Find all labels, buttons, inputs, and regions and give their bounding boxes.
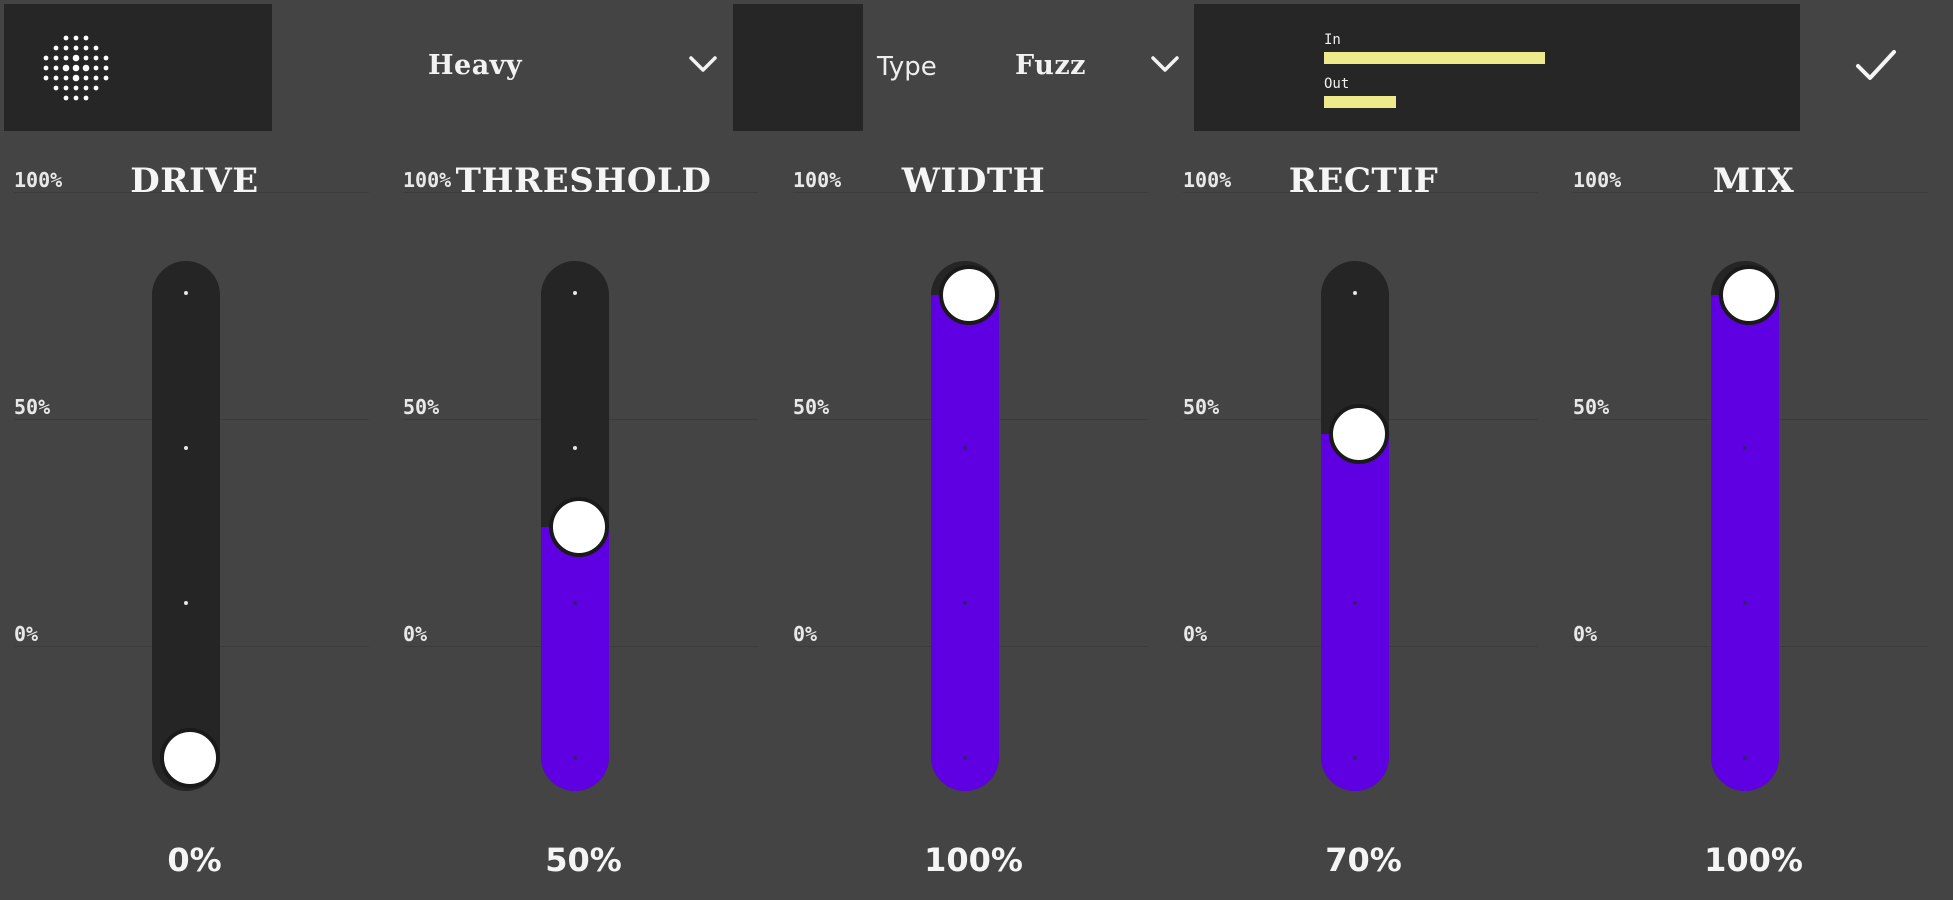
tick-dot [963, 756, 967, 760]
slider-track[interactable] [152, 261, 220, 791]
slider-fill [931, 295, 999, 791]
slider-track[interactable] [1711, 261, 1779, 791]
slider-column-width: WIDTH 100% 50% 0% 100% [779, 133, 1168, 900]
tick-dot [1353, 601, 1357, 605]
tick-dot [1743, 756, 1747, 760]
tick-dot [963, 446, 967, 450]
divider-panel [733, 4, 863, 131]
scale-label-mid: 50% [793, 395, 830, 419]
scale-label-mid: 50% [14, 395, 51, 419]
type-dropdown[interactable]: Fuzz [990, 0, 1194, 133]
grid-line [403, 192, 758, 193]
check-icon [1856, 50, 1896, 80]
preset-dropdown[interactable]: Heavy [272, 0, 733, 133]
dot-grid-logo-icon [43, 35, 109, 101]
scale-label-bottom: 0% [1183, 622, 1208, 646]
slider-value: 50% [545, 841, 622, 879]
type-label: Type [877, 52, 937, 82]
slider-track[interactable] [931, 261, 999, 791]
slider-thumb[interactable] [1719, 265, 1779, 325]
grid-line [1573, 192, 1928, 193]
tick-dot [1353, 291, 1357, 295]
slider-value: 70% [1325, 841, 1402, 879]
tick-dot [184, 446, 188, 450]
scale-label-top: 100% [403, 168, 452, 192]
slider-thumb[interactable] [939, 265, 999, 325]
level-meter: In Out [1194, 4, 1800, 131]
chevron-down-icon [688, 52, 718, 76]
meter-out-bar [1324, 96, 1396, 108]
tick-dot [1353, 756, 1357, 760]
slider-value: 100% [924, 841, 1023, 879]
slider-value: 100% [1704, 841, 1803, 879]
tick-dot [963, 601, 967, 605]
logo-panel [4, 4, 272, 131]
scale-label-bottom: 0% [793, 622, 818, 646]
slider-thumb[interactable] [1329, 403, 1389, 464]
scale-label-top: 100% [1183, 168, 1232, 192]
slider-thumb[interactable] [549, 496, 609, 557]
tick-dot [573, 756, 577, 760]
meter-in-label: In [1324, 32, 1341, 48]
scale-label-mid: 50% [1573, 395, 1610, 419]
slider-track[interactable] [1321, 261, 1389, 791]
confirm-button[interactable] [1838, 42, 1914, 90]
scale-label-mid: 50% [403, 395, 440, 419]
grid-line [793, 192, 1148, 193]
scale-label-mid: 50% [1183, 395, 1220, 419]
tick-dot [573, 291, 577, 295]
slider-fill [1711, 295, 1779, 791]
slider-thumb[interactable] [160, 728, 220, 788]
scale-label-bottom: 0% [14, 622, 39, 646]
chevron-down-icon [1150, 52, 1180, 76]
scale-label-top: 100% [14, 168, 63, 192]
slider-track[interactable] [541, 261, 609, 791]
tick-dot [184, 601, 188, 605]
meter-in-bar [1324, 52, 1545, 64]
scale-label-bottom: 0% [1573, 622, 1598, 646]
tick-dot [1743, 446, 1747, 450]
grid-line [1183, 192, 1538, 193]
scale-label-top: 100% [793, 168, 842, 192]
slider-fill [1321, 433, 1389, 791]
meter-out-label: Out [1324, 76, 1350, 92]
tick-dot [573, 446, 577, 450]
slider-fill [541, 526, 609, 791]
type-value: Fuzz [1015, 50, 1086, 81]
slider-value: 0% [167, 841, 222, 879]
slider-column-threshold: THRESHOLD 100% 50% 0% 50% [389, 133, 778, 900]
grid-line [14, 192, 369, 193]
scale-label-top: 100% [1573, 168, 1622, 192]
slider-column-drive: DRIVE 100% 50% 0% 0% [0, 133, 389, 900]
slider-column-rectif: RECTIF 100% 50% 0% 70% [1169, 133, 1558, 900]
scale-label-bottom: 0% [403, 622, 428, 646]
tick-dot [184, 291, 188, 295]
preset-value: Heavy [428, 50, 523, 81]
slider-column-mix: MIX 100% 50% 0% 100% [1559, 133, 1948, 900]
tick-dot [1743, 601, 1747, 605]
top-bar: Heavy Type Fuzz In Out [0, 0, 1953, 133]
tick-dot [573, 601, 577, 605]
